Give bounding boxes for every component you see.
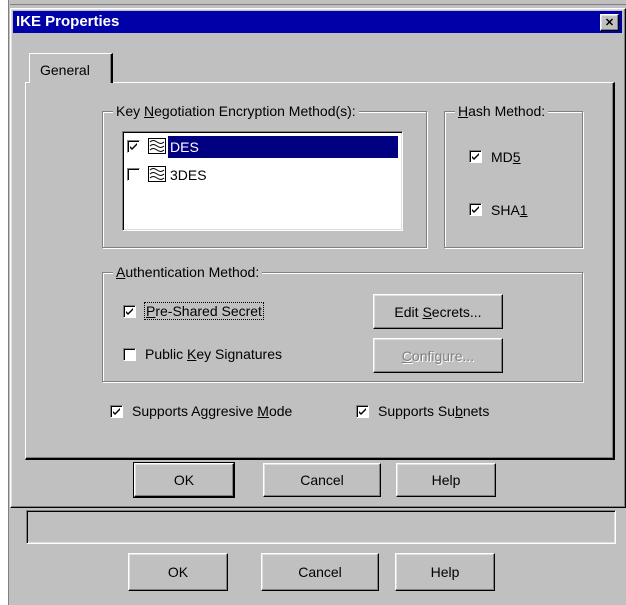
list-item[interactable]: 3DES	[126, 164, 398, 186]
background-cancel-button[interactable]: Cancel	[261, 553, 379, 591]
des-selection	[168, 136, 398, 158]
aggressive-mode-label: Supports Aggresive Mode	[132, 403, 293, 419]
check-icon	[130, 143, 137, 150]
check-icon	[359, 408, 366, 415]
public-key-signatures-label: Public Key Signatures	[145, 346, 282, 362]
3des-checkbox[interactable]	[127, 168, 140, 181]
background-top-line	[10, 0, 626, 5]
check-icon	[113, 408, 120, 415]
ike-properties-dialog: IKE Properties ✕ General Key Negotiation…	[10, 8, 626, 508]
encryption-group: Key Negotiation Encryption Method(s): DE…	[102, 102, 427, 248]
close-button[interactable]: ✕	[600, 14, 619, 31]
background-panel	[26, 510, 616, 544]
md5-label: MD5	[491, 149, 521, 165]
encryption-icon	[148, 138, 166, 154]
configure-label: Configure...	[401, 347, 475, 364]
authentication-group: Authentication Method: Pre-Shared Secret…	[102, 263, 583, 382]
background-ok-button[interactable]: OK	[128, 553, 228, 591]
encryption-group-label: Key Negotiation Encryption Method(s):	[113, 102, 359, 120]
public-key-signatures-checkbox[interactable]	[123, 348, 136, 361]
authentication-group-label: Authentication Method:	[113, 263, 263, 281]
list-item[interactable]: DES	[126, 136, 398, 158]
background-help-button[interactable]: Help	[395, 553, 495, 591]
close-icon: ✕	[604, 17, 615, 29]
title-bar: IKE Properties ✕	[13, 11, 622, 33]
tab-general-label: General	[40, 62, 90, 78]
check-icon	[126, 308, 133, 315]
window-title: IKE Properties	[16, 13, 120, 30]
des-checkbox[interactable]	[127, 140, 140, 153]
pre-shared-secret-label: Pre-Shared Secret	[144, 302, 264, 320]
configure-button[interactable]: Configure...	[373, 338, 503, 373]
md5-checkbox[interactable]	[469, 150, 482, 163]
sha1-checkbox[interactable]	[469, 203, 482, 216]
tab-page: Key Negotiation Encryption Method(s): DE…	[25, 82, 615, 460]
tab-general[interactable]: General	[29, 53, 113, 83]
help-button[interactable]: Help	[396, 463, 496, 497]
cancel-button[interactable]: Cancel	[263, 463, 381, 497]
des-label: DES	[170, 139, 199, 155]
sha1-label: SHA1	[491, 202, 528, 218]
encryption-list[interactable]: DES 3DES	[122, 131, 403, 231]
edit-secrets-label: Edit Secrets...	[394, 303, 482, 320]
encryption-icon	[148, 166, 166, 182]
background-left-strip	[0, 0, 8, 605]
hash-group: Hash Method: MD5 SHA1	[444, 102, 583, 248]
3des-label: 3DES	[170, 167, 207, 183]
aggressive-mode-checkbox[interactable]	[110, 405, 123, 418]
edit-secrets-button[interactable]: Edit Secrets...	[373, 294, 503, 329]
pre-shared-secret-checkbox[interactable]	[123, 305, 136, 318]
check-icon	[472, 153, 479, 160]
ok-button[interactable]: OK	[133, 462, 235, 498]
supports-subnets-checkbox[interactable]	[356, 405, 369, 418]
hash-group-label: Hash Method:	[455, 102, 549, 120]
supports-subnets-label: Supports Subnets	[378, 403, 490, 419]
check-icon	[472, 206, 479, 213]
